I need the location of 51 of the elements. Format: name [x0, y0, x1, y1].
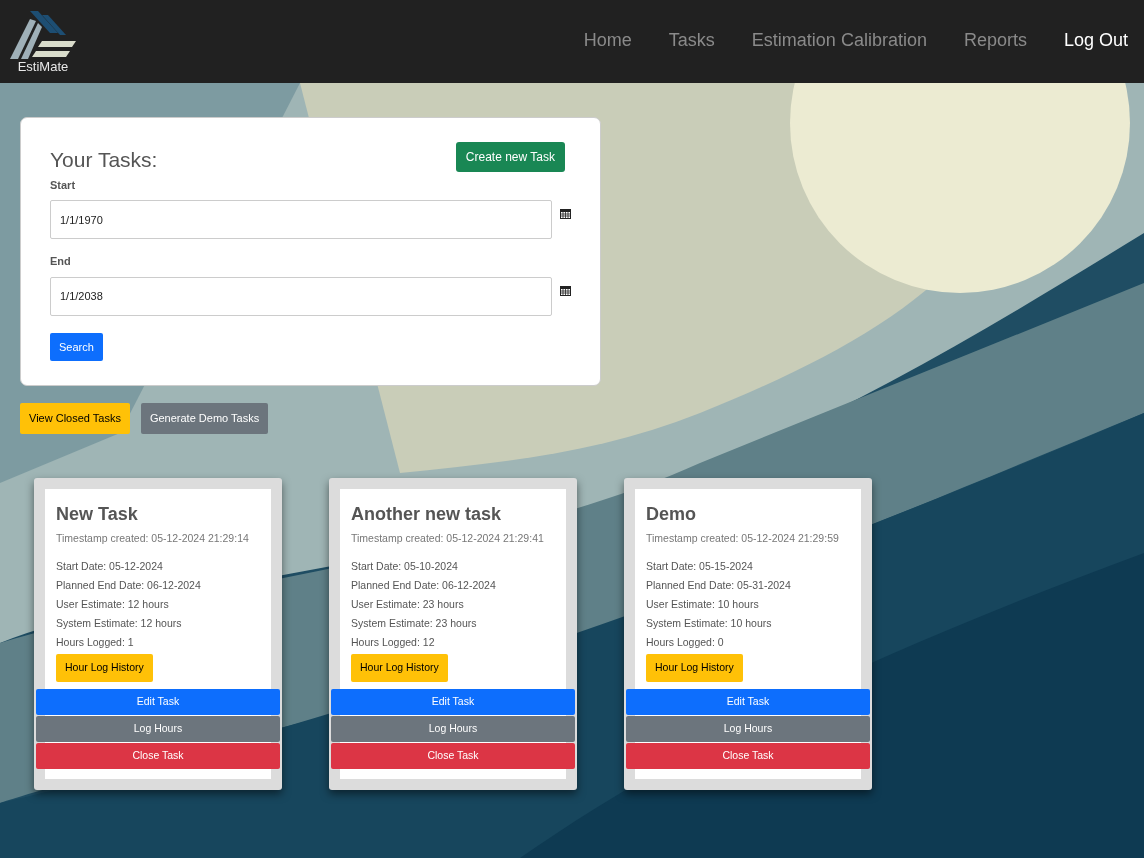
history-button[interactable]: Hour Log History: [646, 654, 743, 682]
task-action-button[interactable]: Edit Task: [626, 689, 870, 715]
section-title: Your Tasks:: [50, 147, 158, 173]
task-action-button[interactable]: Log Hours: [626, 716, 870, 742]
nav-link[interactable]: Log Out: [1063, 27, 1128, 54]
task-title: Another new task: [351, 502, 503, 526]
field-label: Start: [50, 177, 77, 193]
task-detail: Hours Logged: 1: [56, 635, 135, 650]
task-action-button[interactable]: Close Task: [626, 743, 870, 769]
search-button[interactable]: Search: [50, 332, 103, 361]
task-detail: System Estimate: 12 hours: [56, 616, 183, 631]
task-detail: System Estimate: 23 hours: [351, 616, 478, 631]
task-detail: Planned End Date: 06-12-2024: [351, 578, 497, 593]
task-timestamp: Timestamp created: 05-12-2024 21:29:41: [351, 530, 545, 546]
task-detail: Planned End Date: 05-31-2024: [646, 578, 792, 593]
task-timestamp: Timestamp created: 05-12-2024 21:29:14: [56, 530, 250, 546]
calendar-icon[interactable]: [560, 208, 571, 219]
task-action-button[interactable]: Edit Task: [36, 689, 280, 715]
task-detail: Hours Logged: 12: [351, 635, 436, 650]
task-detail: Hours Logged: 0: [646, 635, 725, 650]
action-button[interactable]: View Closed Tasks: [20, 403, 130, 434]
task-detail: System Estimate: 10 hours: [646, 616, 773, 631]
task-title: New Task: [56, 502, 139, 526]
task-timestamp: Timestamp created: 05-12-2024 21:29:59: [646, 530, 840, 546]
task-action-button[interactable]: Log Hours: [331, 716, 575, 742]
nav-link[interactable]: Estimation Calibration: [751, 27, 927, 54]
date-field[interactable]: 1/1/1970: [50, 200, 552, 239]
task-title: Demo: [646, 502, 697, 526]
task-detail: Start Date: 05-10-2024: [351, 559, 459, 574]
task-action-button[interactable]: Edit Task: [331, 689, 575, 715]
calendar-icon[interactable]: [560, 284, 571, 296]
history-button[interactable]: Hour Log History: [56, 654, 153, 682]
date-field[interactable]: 1/1/2038: [50, 276, 552, 316]
action-button[interactable]: Generate Demo Tasks: [140, 403, 269, 434]
task-detail: User Estimate: 23 hours: [351, 597, 465, 612]
task-detail: Planned End Date: 06-12-2024: [56, 578, 202, 593]
task-action-button[interactable]: Log Hours: [36, 716, 280, 742]
logo-icon: [8, 10, 78, 59]
nav-link[interactable]: Reports: [963, 27, 1027, 54]
task-detail: User Estimate: 12 hours: [56, 597, 170, 612]
history-button[interactable]: Hour Log History: [351, 654, 448, 682]
task-action-button[interactable]: Close Task: [331, 743, 575, 769]
task-action-button[interactable]: Close Task: [36, 743, 280, 769]
create-task-button[interactable]: Create new Task: [455, 142, 565, 172]
task-detail: Start Date: 05-12-2024: [56, 559, 164, 574]
brand-name: EstiMate: [17, 59, 69, 73]
task-detail: Start Date: 05-15-2024: [646, 559, 754, 574]
nav-link[interactable]: Home: [583, 27, 632, 54]
task-detail: User Estimate: 10 hours: [646, 597, 760, 612]
nav-link[interactable]: Tasks: [668, 27, 715, 54]
field-label: End: [50, 254, 72, 269]
